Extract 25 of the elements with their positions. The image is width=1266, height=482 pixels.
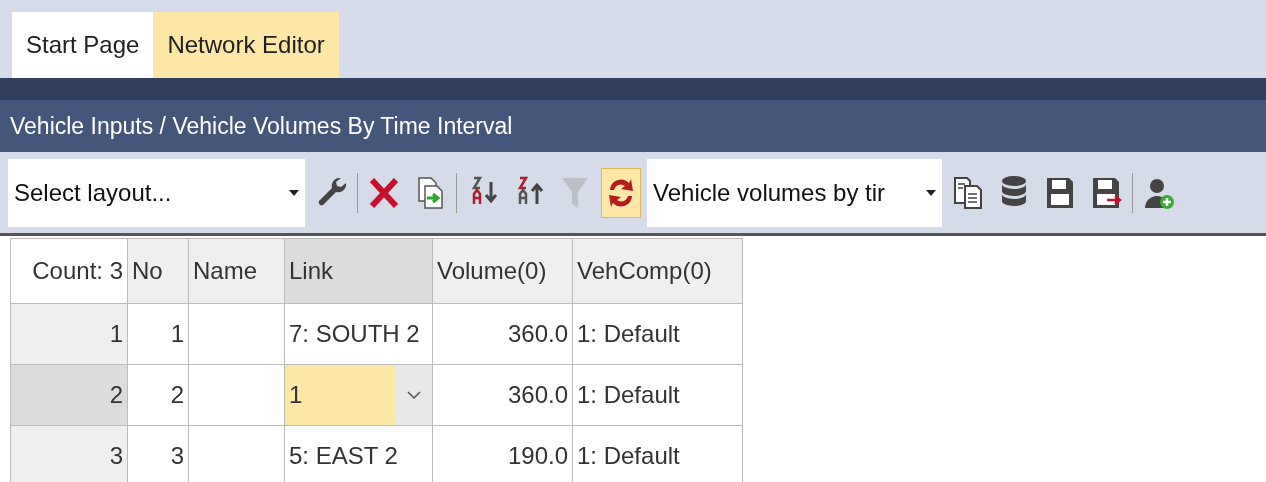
chevron-down-icon: [407, 391, 421, 399]
column-header[interactable]: Name: [188, 238, 285, 304]
table-cell: 7: SOUTH 2: [284, 303, 433, 365]
table-cell: 2: [127, 364, 189, 426]
column-header[interactable]: VehComp(0): [572, 238, 743, 304]
column-header[interactable]: Volume(0): [432, 238, 573, 304]
row-header[interactable]: 2: [10, 364, 128, 426]
column-header[interactable]: No: [127, 238, 189, 304]
dropdown-arrow-icon: [289, 189, 299, 196]
table-cell: 360.0: [432, 364, 573, 426]
row-header[interactable]: 3: [10, 425, 128, 482]
table-cell: 1: Default: [572, 364, 743, 426]
table-cell: 1: Default: [572, 303, 743, 365]
table-cell: 360.0: [432, 303, 573, 365]
column-header[interactable]: Count: 3: [10, 238, 128, 304]
list-select[interactable]: Vehicle volumes by tir: [647, 158, 942, 227]
dropdown-arrow-icon: [926, 189, 936, 196]
table-cell: 1: [127, 303, 189, 365]
tab[interactable]: Start Page: [12, 12, 154, 78]
tab[interactable]: Network Editor: [153, 12, 339, 78]
row-header[interactable]: 1: [10, 303, 128, 365]
sync-icon[interactable]: [601, 167, 641, 218]
panel-title: Vehicle Inputs / Vehicle Volumes By Time Interval: [0, 100, 1266, 152]
layout-select[interactable]: Select layout...: [8, 158, 305, 227]
column-header[interactable]: Link: [284, 238, 433, 304]
